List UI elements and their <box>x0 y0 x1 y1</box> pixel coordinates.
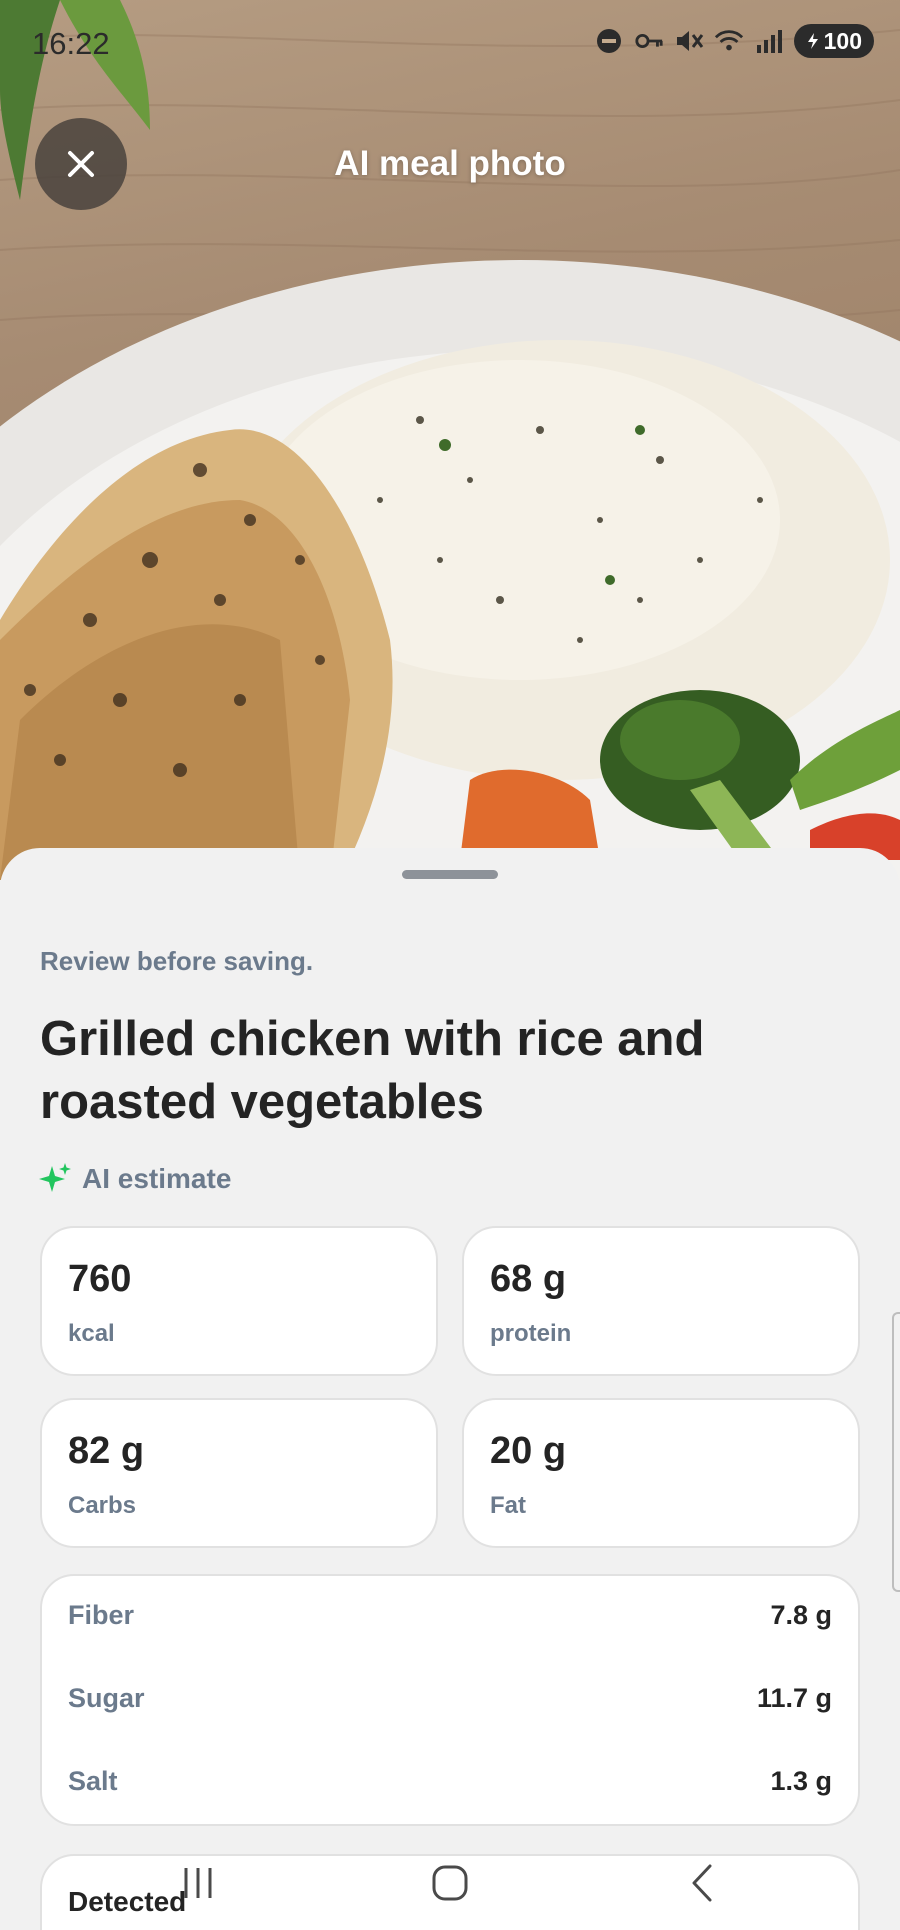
navigation-bar <box>0 1840 900 1930</box>
fat-card[interactable]: 20 g Fat <box>462 1398 860 1548</box>
macro-unit: Carbs <box>68 1492 137 1519</box>
macro-value: 68 g <box>490 1258 567 1300</box>
back-button[interactable] <box>672 1858 732 1908</box>
nutrition-details: Fiber 7.8 g Sugar 11.7 g Salt 1.3 g <box>40 1574 860 1826</box>
carbs-card[interactable]: 82 g Carbs <box>40 1398 438 1548</box>
dnd-icon <box>594 26 624 56</box>
vpn-key-icon <box>634 26 664 56</box>
ai-estimate-label: AI estimate <box>82 1163 232 1194</box>
detail-label: Sugar <box>68 1683 145 1713</box>
status-icons: 100 <box>594 24 874 58</box>
mute-icon <box>674 26 704 56</box>
review-hint: Review before saving. <box>40 946 314 976</box>
macro-unit: Fat <box>490 1492 526 1519</box>
battery-level: 100 <box>823 27 862 54</box>
macro-unit: kcal <box>68 1320 115 1347</box>
detail-label: Salt <box>68 1766 118 1796</box>
detail-value: 7.8 g <box>770 1600 832 1630</box>
detail-label: Fiber <box>68 1600 135 1630</box>
protein-card[interactable]: 68 g protein <box>462 1226 860 1376</box>
page-title: AI meal photo <box>334 144 566 183</box>
sparkle-icon <box>39 1163 71 1192</box>
sheet-drag-handle[interactable] <box>402 870 498 879</box>
meal-photo <box>0 0 900 880</box>
macro-value: 20 g <box>490 1430 567 1472</box>
detail-value: 1.3 g <box>770 1766 832 1796</box>
bottom-sheet: Review before saving. Grilled chicken wi… <box>0 848 900 1930</box>
detail-row-sugar: Sugar 11.7 g <box>68 1683 832 1714</box>
scrollbar[interactable] <box>892 1312 900 1592</box>
status-bar: 16:22 100 <box>0 0 900 86</box>
home-icon <box>432 1865 468 1901</box>
recents-button[interactable] <box>168 1858 228 1908</box>
signal-icon <box>754 26 784 56</box>
macro-unit: protein <box>490 1320 572 1347</box>
battery-icon: 100 <box>793 24 874 58</box>
ai-estimate-badge: AI estimate <box>38 1162 231 1196</box>
meal-photo-illustration <box>0 0 900 880</box>
detail-row-salt: Salt 1.3 g <box>68 1766 832 1797</box>
wifi-icon <box>714 26 744 56</box>
recents-icon <box>184 1868 212 1898</box>
back-icon <box>692 1864 712 1902</box>
status-time: 16:22 <box>32 26 110 61</box>
meal-title: Grilled chicken with rice and roasted ve… <box>40 1012 705 1129</box>
detail-value: 11.7 g <box>756 1683 832 1713</box>
macro-value: 82 g <box>68 1430 145 1472</box>
kcal-card[interactable]: 760 kcal <box>40 1226 438 1376</box>
detail-row-fiber: Fiber 7.8 g <box>68 1600 832 1631</box>
macro-value: 760 <box>68 1258 132 1300</box>
home-button[interactable] <box>420 1858 480 1908</box>
